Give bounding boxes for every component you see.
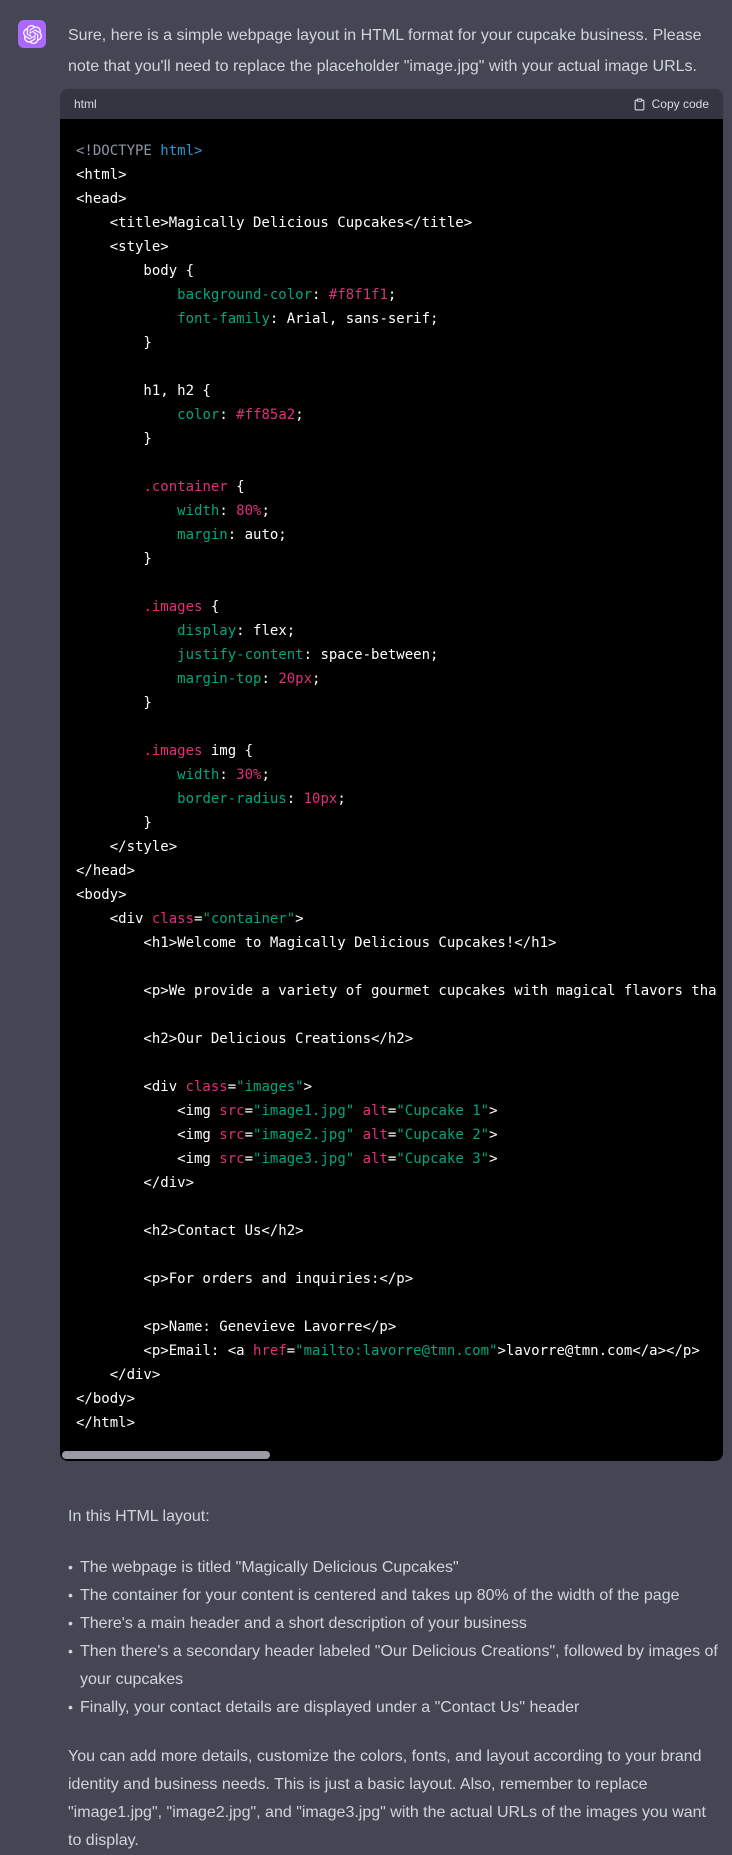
list-item: There's a main header and a short descri… [80,1610,722,1638]
code-line: display: flex; [76,619,707,643]
code-line: <p>Name: Genevieve Lavorre</p> [76,1315,707,1339]
code-line: justify-content: space-between; [76,643,707,667]
code-line: <body> [76,883,707,907]
code-line: .container { [76,475,707,499]
openai-logo-icon [23,25,42,44]
assistant-avatar [18,20,46,48]
code-line: font-family: Arial, sans-serif; [76,307,707,331]
code-line: <img src="image1.jpg" alt="Cupcake 1"> [76,1099,707,1123]
code-line: } [76,331,707,355]
assistant-message-outro: You can add more details, customize the … [60,1743,714,1855]
code-line: <!DOCTYPE html> [76,139,707,163]
code-line: } [76,811,707,835]
code-line: <img src="image3.jpg" alt="Cupcake 3"> [76,1147,707,1171]
code-line [76,355,707,379]
code-line: <img src="image2.jpg" alt="Cupcake 2"> [76,1123,707,1147]
code-line: margin: auto; [76,523,707,547]
code-line: </style> [76,835,707,859]
code-line: </html> [76,1411,707,1435]
code-block: html Copy code <!DOCTYPE html><html><hea… [60,89,723,1461]
code-line: <h1>Welcome to Magically Delicious Cupca… [76,931,707,955]
code-line: background-color: #f8f1f1; [76,283,707,307]
code-line: <style> [76,235,707,259]
code-line [76,715,707,739]
code-line: </head> [76,859,707,883]
code-line [76,1051,707,1075]
code-line: <html> [76,163,707,187]
code-line [76,451,707,475]
copy-code-label: Copy code [652,97,709,111]
code-line: </div> [76,1171,707,1195]
code-line: <p>Email: <a href="mailto:lavorre@tmn.co… [76,1339,707,1363]
code-line: <title>Magically Delicious Cupcakes</tit… [76,211,707,235]
assistant-message-intro: Sure, here is a simple webpage layout in… [60,20,712,82]
code-line: <p>We provide a variety of gourmet cupca… [76,979,707,1003]
list-item: Finally, your contact details are displa… [80,1694,722,1722]
code-line: border-radius: 10px; [76,787,707,811]
code-line: <div class="container"> [76,907,707,931]
code-line [76,1243,707,1267]
horizontal-scrollbar[interactable] [62,1451,270,1459]
code-line: } [76,547,707,571]
code-line: width: 80%; [76,499,707,523]
code-line: } [76,691,707,715]
code-line: h1, h2 { [76,379,707,403]
code-line: } [76,427,707,451]
code-line [76,1195,707,1219]
code-line [76,955,707,979]
list-item: The webpage is titled "Magically Delicio… [80,1554,722,1582]
layout-points-list: The webpage is titled "Magically Delicio… [60,1554,723,1722]
list-item: Then there's a secondary header labeled … [80,1638,722,1694]
code-line: margin-top: 20px; [76,667,707,691]
code-block-header: html Copy code [60,89,723,119]
code-line: color: #ff85a2; [76,403,707,427]
code-line: <p>For orders and inquiries:</p> [76,1267,707,1291]
copy-code-button[interactable]: Copy code [633,97,709,112]
list-item: The container for your content is center… [80,1582,722,1610]
code-line: <div class="images"> [76,1075,707,1099]
code-line: <h2>Our Delicious Creations</h2> [76,1027,707,1051]
code-content[interactable]: <!DOCTYPE html><html><head> <title>Magic… [60,119,723,1461]
code-line: <h2>Contact Us</h2> [76,1219,707,1243]
code-line: <head> [76,187,707,211]
list-intro-text: In this HTML layout: [60,1503,723,1531]
code-line [76,1291,707,1315]
code-lines: <!DOCTYPE html><html><head> <title>Magic… [76,139,707,1435]
code-language-label: html [74,97,97,111]
code-line: .images { [76,595,707,619]
code-line [76,571,707,595]
code-line: </div> [76,1363,707,1387]
clipboard-icon [633,97,646,112]
code-line: body { [76,259,707,283]
code-line: .images img { [76,739,707,763]
assistant-message: Sure, here is a simple webpage layout in… [60,0,723,1855]
code-line: width: 30%; [76,763,707,787]
code-line: </body> [76,1387,707,1411]
code-line [76,1003,707,1027]
